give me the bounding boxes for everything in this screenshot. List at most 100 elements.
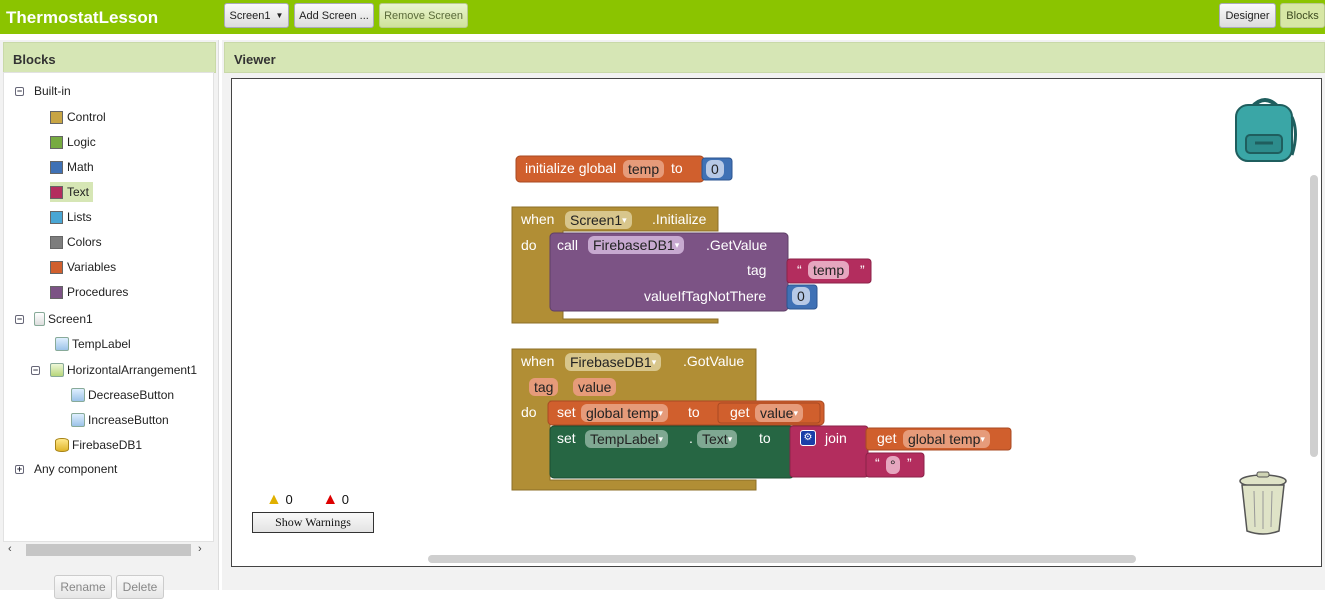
top-bar: ThermostatLesson Screen1 ▼ Add Screen ...… bbox=[0, 0, 1325, 34]
templabel-text: TempLabel bbox=[590, 431, 659, 447]
tree-node-decreasebutton[interactable]: DecreaseButton bbox=[71, 385, 174, 405]
builtin-category-variables[interactable]: Variables bbox=[50, 257, 120, 277]
category-color-swatch bbox=[50, 285, 63, 299]
init-value[interactable]: 0 bbox=[706, 160, 724, 178]
tag-socket-label: tag bbox=[747, 262, 767, 278]
templabel-dropdown[interactable]: TempLabel bbox=[585, 430, 669, 448]
getvalue-method-label: .GetValue bbox=[706, 237, 768, 253]
tree-label-decrease: DecreaseButton bbox=[88, 388, 175, 402]
firebase-component-text: FirebaseDB1 bbox=[593, 237, 675, 253]
set-global-var-text: global temp bbox=[586, 405, 659, 421]
add-screen-button[interactable]: Add Screen ... bbox=[294, 3, 374, 28]
builtin-category-label: Lists bbox=[67, 210, 92, 224]
builtin-category-math[interactable]: Math bbox=[50, 157, 98, 177]
builtin-category-logic[interactable]: Logic bbox=[50, 132, 100, 152]
set-to-label-2: to bbox=[759, 430, 771, 446]
param-value[interactable]: value bbox=[573, 378, 617, 396]
screen-select-dropdown[interactable]: Screen1 ▼ bbox=[224, 3, 289, 28]
gotvalue-event-label: .GotValue bbox=[683, 353, 745, 369]
blocks-workspace[interactable]: initialize global temp to 0 when Screen1… bbox=[231, 78, 1322, 567]
firebase-component-dropdown[interactable]: FirebaseDB1 bbox=[588, 236, 685, 254]
get-label: get bbox=[730, 404, 750, 420]
builtin-category-colors[interactable]: Colors bbox=[50, 232, 106, 252]
collapse-icon[interactable]: − bbox=[15, 314, 24, 324]
gotvalue-component-dropdown[interactable]: FirebaseDB1 bbox=[565, 353, 662, 371]
default-value[interactable]: 0 bbox=[792, 287, 810, 305]
expand-icon[interactable]: + bbox=[15, 464, 24, 474]
warning-icon: ▲ bbox=[266, 491, 282, 508]
builtin-category-text[interactable]: Text bbox=[50, 182, 94, 202]
backpack-icon[interactable] bbox=[1230, 93, 1300, 165]
set-label: set bbox=[557, 430, 576, 446]
get-global-temp-dropdown[interactable]: global temp bbox=[903, 430, 990, 448]
builtin-category-label: Text bbox=[67, 185, 90, 199]
init-global-label: initialize global bbox=[525, 160, 617, 176]
screen1-component-text: Screen1 bbox=[570, 212, 623, 228]
tree-label-any-component: Any component bbox=[34, 462, 118, 476]
degree-quote-close: ” bbox=[907, 455, 912, 471]
collapse-icon[interactable]: − bbox=[15, 86, 24, 96]
tree-horizontal-scrollbar[interactable]: ‹ › bbox=[8, 543, 208, 556]
tree-label-firebase: FirebaseDB1 bbox=[72, 438, 143, 452]
event-do-label: do bbox=[521, 237, 537, 253]
warnings-count: 0 bbox=[285, 492, 293, 507]
tree-node-builtin[interactable]: − Built-in bbox=[15, 81, 71, 101]
quote-close: ” bbox=[860, 262, 865, 278]
text-property-text: Text bbox=[702, 431, 728, 447]
builtin-category-procedures[interactable]: Procedures bbox=[50, 282, 132, 302]
valueiftagnotthere-label: valueIfTagNotThere bbox=[644, 288, 767, 304]
initialize-event-label: .Initialize bbox=[652, 211, 707, 227]
tag-text-value[interactable]: temp bbox=[808, 261, 850, 279]
set-global-var-dropdown[interactable]: global temp bbox=[581, 404, 668, 422]
get-label-2: get bbox=[877, 430, 897, 446]
builtin-category-label: Control bbox=[67, 110, 106, 124]
screen-select-label: Screen1 bbox=[229, 9, 271, 22]
remove-screen-button[interactable]: Remove Screen bbox=[379, 3, 468, 28]
workspace-canvas bbox=[511, 155, 1012, 491]
screen-icon bbox=[34, 312, 45, 326]
get-value-dropdown[interactable]: value bbox=[755, 404, 803, 422]
degree-text-value[interactable]: ° bbox=[886, 456, 900, 474]
builtin-category-lists[interactable]: Lists bbox=[50, 207, 96, 227]
tree-node-horizontalarrangement[interactable]: − HorizontalArrangement1 bbox=[31, 360, 197, 380]
blocks-button[interactable]: Blocks bbox=[1280, 3, 1325, 28]
tree-label-builtin: Built-in bbox=[34, 84, 71, 98]
warnings-bar: ▲ 0 ▲ 0 bbox=[252, 491, 349, 509]
init-to-label: to bbox=[671, 160, 683, 176]
workspace-vertical-scrollbar[interactable] bbox=[1310, 175, 1318, 457]
errors-count: 0 bbox=[341, 492, 350, 507]
category-color-swatch bbox=[50, 110, 63, 124]
rename-button[interactable]: Rename bbox=[54, 575, 112, 599]
workspace-horizontal-scrollbar[interactable] bbox=[428, 555, 1136, 563]
chevron-down-icon: ▼ bbox=[275, 11, 284, 20]
param-tag[interactable]: tag bbox=[529, 378, 559, 396]
tree-node-templabel[interactable]: TempLabel bbox=[55, 334, 131, 354]
app-title: ThermostatLesson bbox=[6, 8, 159, 27]
global-var-name[interactable]: temp bbox=[623, 160, 665, 178]
screen1-component-dropdown[interactable]: Screen1 bbox=[565, 211, 632, 229]
gear-icon[interactable]: ⚙ bbox=[800, 430, 816, 446]
set-to-label: to bbox=[688, 404, 700, 420]
text-property-dropdown[interactable]: Text bbox=[697, 430, 738, 448]
category-color-swatch bbox=[50, 135, 63, 149]
delete-button[interactable]: Delete bbox=[116, 575, 164, 599]
tree-label-templabel: TempLabel bbox=[72, 337, 131, 351]
chevron-left-icon[interactable]: ‹ bbox=[8, 543, 12, 555]
tree-node-screen1[interactable]: − Screen1 bbox=[15, 309, 93, 329]
show-warnings-button[interactable]: Show Warnings bbox=[252, 512, 374, 533]
tree-label-screen1: Screen1 bbox=[48, 312, 93, 326]
degree-quote-open: “ bbox=[875, 455, 880, 471]
builtin-category-label: Logic bbox=[67, 135, 96, 149]
blocks-tree: − Built-in − Screen1 TempLabel − Horizontal… bbox=[3, 72, 214, 542]
collapse-icon[interactable]: − bbox=[31, 365, 40, 375]
chevron-right-icon[interactable]: › bbox=[198, 543, 202, 555]
builtin-category-control[interactable]: Control bbox=[50, 107, 110, 127]
scroll-thumb[interactable] bbox=[26, 544, 191, 556]
get-value-text: value bbox=[760, 405, 794, 421]
tree-node-increasebutton[interactable]: IncreaseButton bbox=[71, 410, 169, 430]
quote-open: “ bbox=[797, 262, 802, 278]
trash-icon[interactable] bbox=[1238, 471, 1288, 536]
tree-node-firebasedb[interactable]: FirebaseDB1 bbox=[55, 435, 142, 455]
tree-node-any-component[interactable]: + Any component bbox=[15, 459, 117, 479]
designer-button[interactable]: Designer bbox=[1219, 3, 1276, 28]
